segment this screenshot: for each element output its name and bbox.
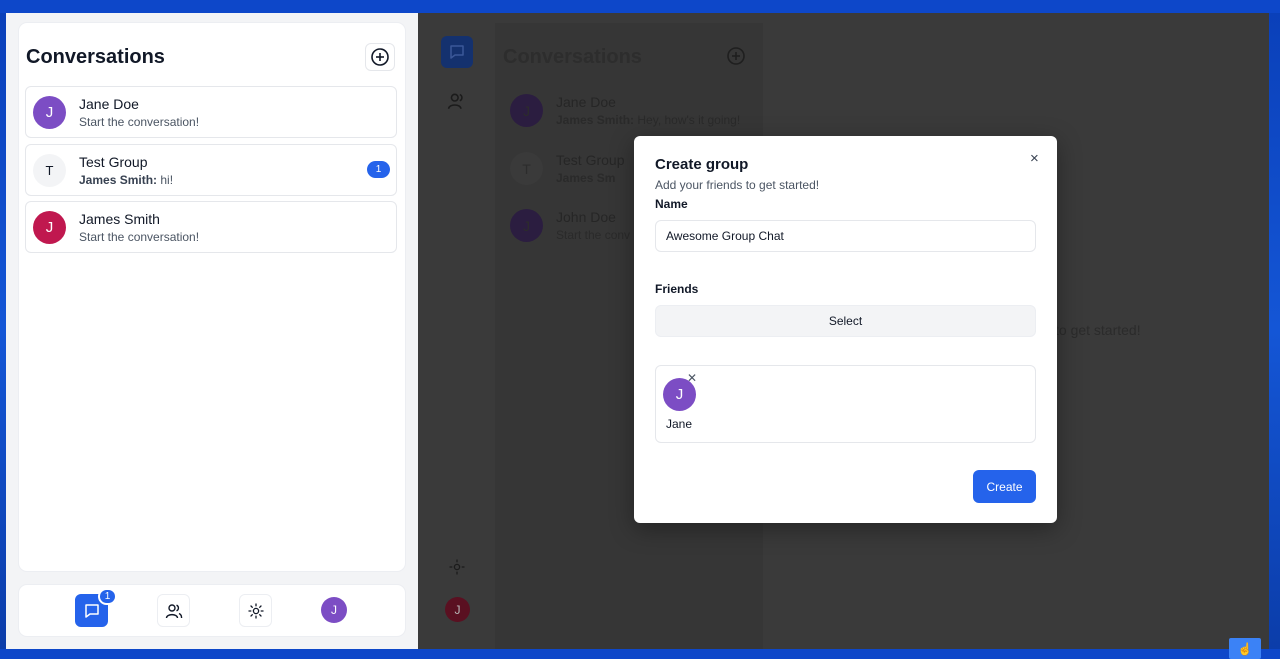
- conversation-item[interactable]: J Jane Doe James Smith: Hey, how's it go…: [503, 86, 753, 136]
- avatar: T: [33, 154, 66, 187]
- plus-circle-icon: [371, 48, 389, 66]
- theme-toggle-button[interactable]: [239, 594, 272, 627]
- preview-sender: James Smith:: [79, 173, 158, 187]
- left-app-window: Conversations J Jane Doe Start the conve…: [6, 13, 418, 649]
- avatar: J: [33, 96, 66, 129]
- conversation-name: Jane Doe: [556, 94, 616, 110]
- create-group-button[interactable]: [365, 43, 395, 71]
- avatar: J: [33, 211, 66, 244]
- selected-friends-list: J ✕ Jane: [655, 365, 1036, 443]
- chat-icon: [84, 603, 99, 618]
- user-avatar-button[interactable]: J: [321, 597, 347, 623]
- panel-title: Conversations: [503, 46, 642, 68]
- preview-message: hi!: [160, 173, 174, 187]
- conversation-item[interactable]: J Jane Doe Start the conversation!: [25, 86, 397, 138]
- conversation-preview: James Sm: [556, 171, 615, 185]
- friends-select-button[interactable]: Select: [655, 305, 1036, 337]
- conversation-name: Jane Doe: [79, 96, 139, 112]
- conversation-name: Test Group: [556, 152, 625, 168]
- select-label: Select: [828, 314, 863, 328]
- nav-friends-button[interactable]: [157, 594, 190, 627]
- create-group-dialog: × Create group Add your friends to get s…: [634, 136, 1057, 523]
- name-label: Name: [655, 197, 688, 211]
- nav-conversations-button[interactable]: 1: [75, 588, 117, 627]
- chat-icon: [450, 45, 464, 59]
- desktop-bottom-bar: [0, 649, 1280, 659]
- bottom-nav: 1 J: [19, 585, 405, 636]
- nav-unread-badge: 1: [98, 588, 117, 605]
- preview-sender: James Sm: [556, 171, 616, 185]
- group-name-input[interactable]: [655, 220, 1036, 252]
- conversation-name: Test Group: [79, 154, 148, 170]
- avatar: T: [510, 152, 543, 185]
- conversations-panel: Conversations J Jane Doe Start the conve…: [19, 23, 405, 571]
- conversation-item[interactable]: T Test Group James Smith: hi! 1: [25, 144, 397, 196]
- empty-state-hint: to get started!: [1055, 322, 1141, 338]
- preview-sender: James Smith:: [556, 113, 635, 127]
- friends-label: Friends: [655, 282, 699, 296]
- sun-icon[interactable]: [449, 559, 465, 575]
- close-icon[interactable]: ×: [1030, 150, 1039, 167]
- conversation-item[interactable]: J James Smith Start the conversation!: [25, 201, 397, 253]
- user-avatar-button[interactable]: J: [445, 597, 470, 622]
- sun-icon: [247, 602, 264, 619]
- unread-badge: 1: [367, 161, 390, 178]
- avatar: J: [510, 94, 543, 127]
- remove-friend-icon[interactable]: ✕: [687, 371, 697, 385]
- plus-circle-icon[interactable]: [726, 46, 746, 66]
- conversation-preview: Start the conversation!: [79, 230, 200, 244]
- create-button[interactable]: Create: [973, 470, 1036, 503]
- conversation-name: James Smith: [79, 211, 160, 227]
- desktop-top-bar: [0, 0, 1280, 13]
- preview-message: Hey, how's it going!: [637, 113, 741, 127]
- conversation-preview: James Smith: hi!: [79, 173, 173, 187]
- users-icon[interactable]: [447, 91, 467, 111]
- sidebar-conversations-button[interactable]: [441, 36, 473, 68]
- conversation-preview: Start the conv: [556, 228, 631, 242]
- users-icon: [165, 603, 182, 618]
- conversation-name: John Doe: [556, 209, 616, 225]
- dialog-description: Add your friends to get started!: [655, 178, 820, 192]
- avatar: J: [510, 209, 543, 242]
- panel-title: Conversations: [26, 46, 165, 68]
- friend-name: Jane: [666, 417, 693, 431]
- dialog-title: Create group: [655, 156, 749, 173]
- conversation-preview: Start the conversation!: [79, 115, 200, 129]
- corner-hand-icon[interactable]: ☝: [1229, 638, 1261, 659]
- conversation-preview: James Smith: Hey, how's it going!: [556, 113, 740, 127]
